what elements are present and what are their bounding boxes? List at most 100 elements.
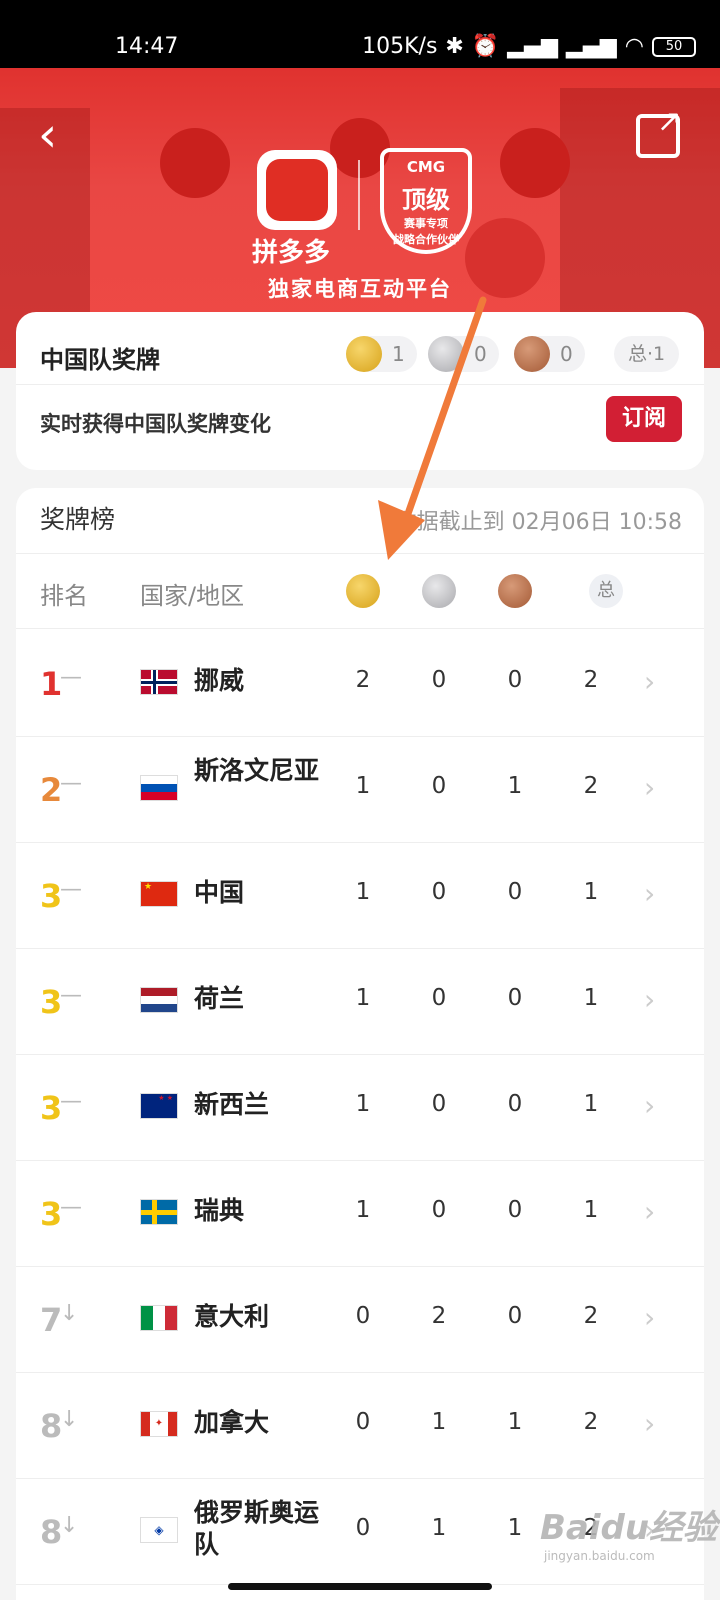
subscribe-button[interactable]: 订阅 <box>606 396 682 442</box>
medal-count-s: 0 <box>431 879 447 905</box>
silver-medal-icon <box>422 574 456 608</box>
country-name: 挪威 <box>194 666 245 695</box>
signal-icon: ▂▄▆ <box>507 34 559 59</box>
share-button[interactable] <box>636 104 682 158</box>
pinduoduo-logo <box>257 150 337 230</box>
helmet-figure <box>465 218 545 298</box>
chevron-right-icon: › <box>644 771 656 804</box>
china-medal-title: 中国队奖牌 <box>40 346 160 374</box>
rank-number: 3 <box>40 1195 63 1233</box>
medal-row[interactable]: 2— 斯洛文尼亚 1 0 1 2 › <box>16 735 704 843</box>
china-total-pill: 总·1 <box>614 336 680 372</box>
wifi-icon: ◠ <box>624 34 644 59</box>
chevron-right-icon: › <box>644 877 656 910</box>
medal-count-b: 0 <box>507 1091 523 1117</box>
country-name: 中国 <box>194 878 245 907</box>
rank-number: 3 <box>40 983 63 1021</box>
medal-count-b: 0 <box>507 667 523 693</box>
watermark-url: jingyan.baidu.com <box>544 1549 655 1563</box>
cmg-logo-main: 顶级 <box>402 186 450 214</box>
medal-row[interactable]: 3— 瑞典 1 0 0 1 › <box>16 1159 704 1267</box>
platform-text: 独家电商互动平台 <box>268 277 452 301</box>
medal-count-g: 1 <box>355 985 371 1011</box>
chevron-right-icon: › <box>644 983 656 1016</box>
medal-row[interactable]: 3— ★ ★ 新西兰 1 0 0 1 › <box>16 1053 704 1161</box>
medal-count-t: 2 <box>583 773 599 799</box>
home-indicator[interactable] <box>228 1583 492 1590</box>
medal-count-b: 0 <box>507 985 523 1011</box>
medal-count-s: 0 <box>431 667 447 693</box>
gold-medal-icon <box>346 574 380 608</box>
medal-row[interactable]: 3— ★ 中国 1 0 0 1 › <box>16 841 704 949</box>
divider <box>16 384 704 385</box>
medal-count-s: 2 <box>431 1303 447 1329</box>
medal-count-b: 1 <box>507 1409 523 1435</box>
medal-count-s: 0 <box>431 1197 447 1223</box>
status-time: 14:47 <box>115 34 179 59</box>
rank-trend-icon: — <box>60 665 82 690</box>
medal-count-b: 1 <box>507 773 523 799</box>
skier-figure <box>500 128 570 198</box>
china-silver-count: 0 <box>474 342 487 366</box>
medal-board-card: 奖牌榜 数据截止到 02月06日 10:58 排名 国家/地区 总 1— 挪威 2 0… <box>16 488 704 1600</box>
medal-count-t: 1 <box>583 985 599 1011</box>
medal-count-b: 1 <box>507 1515 523 1541</box>
country-flag-icon: ★ <box>140 881 178 907</box>
medal-row[interactable]: 3— 荷兰 1 0 0 1 › <box>16 947 704 1055</box>
cmg-logo-sub: 战略合作伙伴 <box>393 233 459 246</box>
logo-divider <box>358 160 360 230</box>
signal-icon-2: ▂▄▆ <box>566 34 617 59</box>
header-rank: 排名 <box>40 582 88 610</box>
rank-trend-icon: ↓ <box>60 1301 79 1326</box>
medal-count-g: 0 <box>355 1515 371 1541</box>
country-name: 俄罗斯奥运队 <box>194 1498 320 1559</box>
realtime-text: 实时获得中国队奖牌变化 <box>40 412 271 436</box>
medal-count-t: 1 <box>583 1091 599 1117</box>
country-flag-icon <box>140 1199 178 1225</box>
network-speed: 105K/s <box>362 34 438 59</box>
pinduoduo-logo-mark <box>266 159 328 221</box>
china-silver-pill: 0 <box>428 336 499 372</box>
cmg-logo-top: CMG <box>406 158 446 176</box>
medal-count-s: 1 <box>431 1409 447 1435</box>
board-title: 奖牌榜 <box>40 505 116 534</box>
rank-trend-icon: ↓ <box>60 1407 79 1432</box>
medal-count-g: 1 <box>355 773 371 799</box>
header-total: 总 <box>589 574 623 608</box>
bluetooth-icon: ✱ <box>445 34 464 59</box>
pinduoduo-name: 拼多多 <box>252 238 331 268</box>
rank-number: 7 <box>40 1301 63 1339</box>
country-name: 新西兰 <box>194 1090 270 1119</box>
medal-row[interactable]: 8 ↓ ✦ 加拿大 0 1 1 2 › <box>16 1371 704 1479</box>
country-flag-icon <box>140 1305 178 1331</box>
alarm-icon: ⏰ <box>471 34 500 59</box>
country-flag-icon <box>140 987 178 1013</box>
medal-count-t: 1 <box>583 1197 599 1223</box>
medal-count-g: 1 <box>355 1197 371 1223</box>
country-name: 荷兰 <box>194 984 245 1013</box>
chevron-right-icon: › <box>644 1195 656 1228</box>
silver-medal-icon <box>428 336 464 372</box>
cmg-logo-side: 赛事专项 <box>404 217 448 230</box>
medal-count-g: 0 <box>355 1303 371 1329</box>
board-header: 排名 国家/地区 总 <box>16 554 704 628</box>
china-medal-card: 中国队奖牌 1 0 0 总·1 实时获得中国队奖牌变化 订阅 <box>16 312 704 470</box>
medal-count-s: 0 <box>431 1091 447 1117</box>
china-gold-count: 1 <box>392 342 405 366</box>
medal-count-t: 2 <box>583 667 599 693</box>
battery-icon: 50 <box>652 36 696 57</box>
medal-count-g: 2 <box>355 667 371 693</box>
medal-row[interactable]: 7 ↓ 意大利 0 2 0 2 › <box>16 1265 704 1373</box>
chevron-right-icon: › <box>644 1407 656 1440</box>
back-button[interactable]: ‹ <box>38 110 78 160</box>
chevron-right-icon: › <box>644 665 656 698</box>
rank-trend-icon: — <box>60 1195 82 1220</box>
country-flag-icon <box>140 775 178 801</box>
bronze-medal-icon <box>498 574 532 608</box>
country-name: 瑞典 <box>194 1196 245 1225</box>
medal-count-b: 0 <box>507 879 523 905</box>
medal-row[interactable]: 1— 挪威 2 0 0 2 › <box>16 629 704 737</box>
rank-number: 8 <box>40 1407 63 1445</box>
medal-count-b: 0 <box>507 1197 523 1223</box>
country-flag-icon: ✦ <box>140 1411 178 1437</box>
